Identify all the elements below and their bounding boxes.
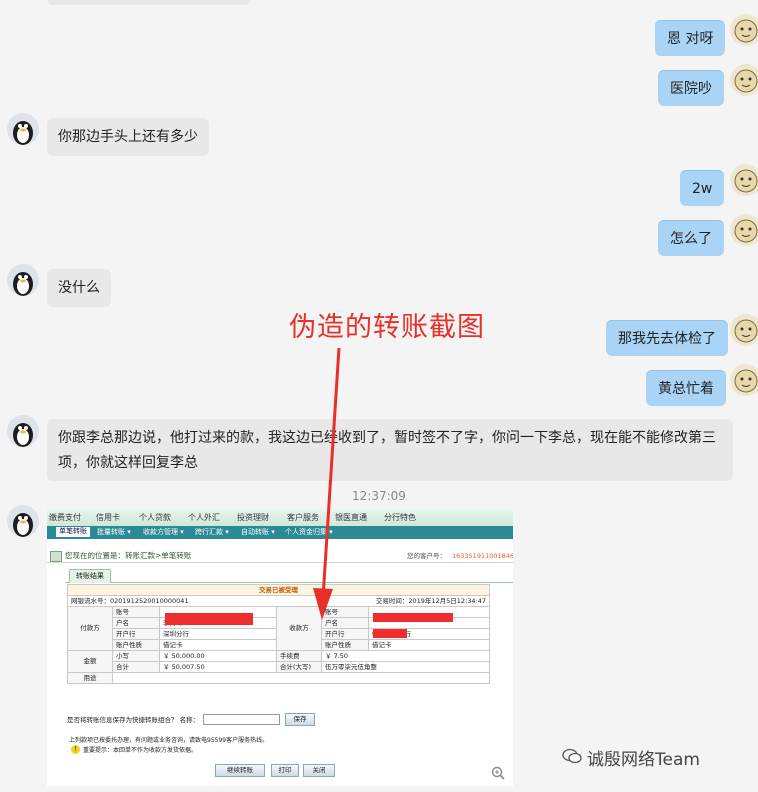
nav-item: 分行特色 xyxy=(384,513,416,522)
payer-value: 深圳分行 xyxy=(159,628,277,640)
usage-label: 用途 xyxy=(67,672,113,684)
nav-item: 客户服务 xyxy=(287,513,319,522)
contact-avatar[interactable] xyxy=(7,415,39,447)
message-bubble-received[interactable]: 你跟李总那边说，他打过来的款，我这边已经收到了，暂时签不了字，你问一下李总，现在… xyxy=(47,419,733,481)
message-text: 那我先去体检了 xyxy=(618,331,716,347)
status-heading: 交易已被受理 xyxy=(67,584,490,596)
nav-item: 缴费支付 xyxy=(49,513,81,522)
payee-label: 账号 xyxy=(321,606,369,618)
message-text: 医院吵 xyxy=(670,81,712,97)
payee-value: 借记卡 xyxy=(368,639,490,651)
contact-avatar[interactable] xyxy=(7,264,39,296)
self-avatar[interactable] xyxy=(730,314,758,346)
watermark-text: 诚殷网络Team xyxy=(587,750,700,770)
subnav-item-active: 单笔转账 xyxy=(56,527,90,537)
zoom-in-icon[interactable] xyxy=(491,766,505,780)
red-annotation-text: 伪造的转账截图 xyxy=(289,312,485,343)
bank-sub-nav: 单笔转账 批量转账 ▾ 收款方管理 ▾ 跨行汇款 ▾ 自动转账 ▾ 个人资金归集… xyxy=(47,526,513,539)
self-avatar[interactable] xyxy=(730,164,758,196)
message-text: 黄总忙着 xyxy=(658,381,714,397)
payer-label: 开户行 xyxy=(112,628,160,640)
nav-item: 信用卡 xyxy=(96,513,120,522)
message-text: 你跟李总那边说，他打过来的款，我这边已经收到了，暂时签不了字，你问一下李总，现在… xyxy=(58,430,716,471)
message-text: 恩 对呀 xyxy=(667,31,714,47)
important-notice-text: 重要提示：本回单不作为收款方发货依据。 xyxy=(83,747,198,754)
redaction-bar xyxy=(373,629,407,638)
tab-bar: 转账结果 xyxy=(65,568,513,583)
self-avatar[interactable] xyxy=(730,214,758,246)
notice-text: 上列款项已按委托办理，有问题或业务咨询，请致电95599客户服务热线。 xyxy=(69,737,269,744)
transfer-screenshot-image[interactable]: 缴费支付 信用卡 个人贷款 个人外汇 投资理财 客户服务 银医直通 分行特色 单… xyxy=(47,508,513,786)
self-avatar[interactable] xyxy=(730,364,758,396)
subnav-item: 收款方管理 ▾ xyxy=(143,528,184,536)
payee-label: 账户性质 xyxy=(321,639,369,651)
previous-message-bubble xyxy=(47,0,251,5)
page-icon xyxy=(50,551,62,562)
transfer-receipt-table: 交易已被受理 网银流水号：0201912520010000041 交易时间：20… xyxy=(67,584,490,684)
message-timestamp: 12:37:09 xyxy=(352,489,406,503)
total-cn-value: 伍万零柒元伍角整 xyxy=(321,661,490,673)
print-button[interactable]: 打印 xyxy=(271,764,299,777)
tab-transfer-result: 转账结果 xyxy=(69,569,111,583)
total-cn-label: 合计(大写) xyxy=(276,661,322,673)
payer-title: 付款方 xyxy=(67,606,113,651)
payee-title: 收款方 xyxy=(276,606,322,651)
total-value: ￥ 50,007.50 xyxy=(159,661,277,673)
wechat-logo-icon xyxy=(562,748,582,764)
amount-small-label: 小写 xyxy=(112,650,160,662)
location-text: 您现在的位置是：转账汇款>单笔转账 xyxy=(65,551,192,560)
location-bar: 您现在的位置是：转账汇款>单笔转账 您的客户号： 163351911001846… xyxy=(47,548,513,563)
nav-item: 个人贷款 xyxy=(139,513,171,522)
customer-number: 1633519110018460 xyxy=(452,552,513,560)
subnav-item: 跨行汇款 ▾ xyxy=(195,528,229,536)
time-value: 2019年12月5日12:34:47 xyxy=(408,596,486,605)
message-bubble-received[interactable]: 没什么 xyxy=(47,269,111,307)
customer-label: 您的客户号： xyxy=(407,552,446,560)
subnav-item: 批量转账 ▾ xyxy=(97,528,131,536)
message-bubble-sent[interactable]: 恩 对呀 xyxy=(655,20,726,56)
payer-label: 账号 xyxy=(112,606,160,618)
message-text: 怎么了 xyxy=(670,231,712,247)
subnav-item: 个人资金归集 ▾ xyxy=(285,528,333,536)
close-button[interactable]: 关闭 xyxy=(303,764,335,777)
message-bubble-sent[interactable]: 怎么了 xyxy=(658,220,724,256)
message-bubble-sent[interactable]: 医院吵 xyxy=(658,70,724,106)
fee-label: 手续费 xyxy=(276,650,322,662)
redaction-bar xyxy=(373,613,453,622)
serial-number: 0201912520010000041 xyxy=(110,596,189,605)
nav-item: 投资理财 xyxy=(237,513,269,522)
save-button[interactable]: 保存 xyxy=(285,713,315,726)
self-avatar[interactable] xyxy=(730,64,758,96)
message-bubble-sent[interactable]: 那我先去体检了 xyxy=(606,320,728,356)
message-text: 2w xyxy=(692,181,713,197)
nav-item: 个人外汇 xyxy=(188,513,220,522)
payer-value: 借记卡 xyxy=(159,639,277,651)
contact-avatar[interactable] xyxy=(7,113,39,145)
time-label: 交易时间： xyxy=(375,596,409,605)
serial-label: 网银流水号： xyxy=(71,596,110,605)
payer-label: 账户性质 xyxy=(112,639,160,651)
save-question: 是否将转账信息保存为快捷转账组合？ 名称： xyxy=(67,716,200,724)
payee-label: 开户行 xyxy=(321,628,369,640)
message-text: 没什么 xyxy=(58,280,100,296)
payee-label: 户名 xyxy=(321,617,369,629)
fee-value: ￥ 7.50 xyxy=(321,650,490,662)
self-avatar[interactable] xyxy=(730,14,758,46)
payer-label: 户名 xyxy=(112,617,160,629)
nav-item: 银医直通 xyxy=(335,513,367,522)
message-text: 你那边手头上还有多少 xyxy=(58,129,198,145)
subnav-item: 自动转账 ▾ xyxy=(241,528,275,536)
amount-title: 金额 xyxy=(67,650,113,673)
contact-avatar[interactable] xyxy=(7,505,39,537)
message-bubble-sent[interactable]: 黄总忙着 xyxy=(646,370,726,406)
amount-small-value: ￥ 50,000.00 xyxy=(159,650,277,662)
message-bubble-received[interactable]: 你那边手头上还有多少 xyxy=(47,118,209,156)
continue-transfer-button[interactable]: 继续转账 xyxy=(215,764,265,777)
bank-top-nav: 缴费支付 信用卡 个人贷款 个人外汇 投资理财 客户服务 银医直通 分行特色 xyxy=(47,508,513,526)
message-bubble-sent[interactable]: 2w xyxy=(680,170,725,206)
total-label: 合计 xyxy=(112,661,160,673)
redaction-bar xyxy=(165,613,253,625)
shortcut-name-input[interactable] xyxy=(203,714,280,725)
warning-icon: ! xyxy=(71,745,80,754)
